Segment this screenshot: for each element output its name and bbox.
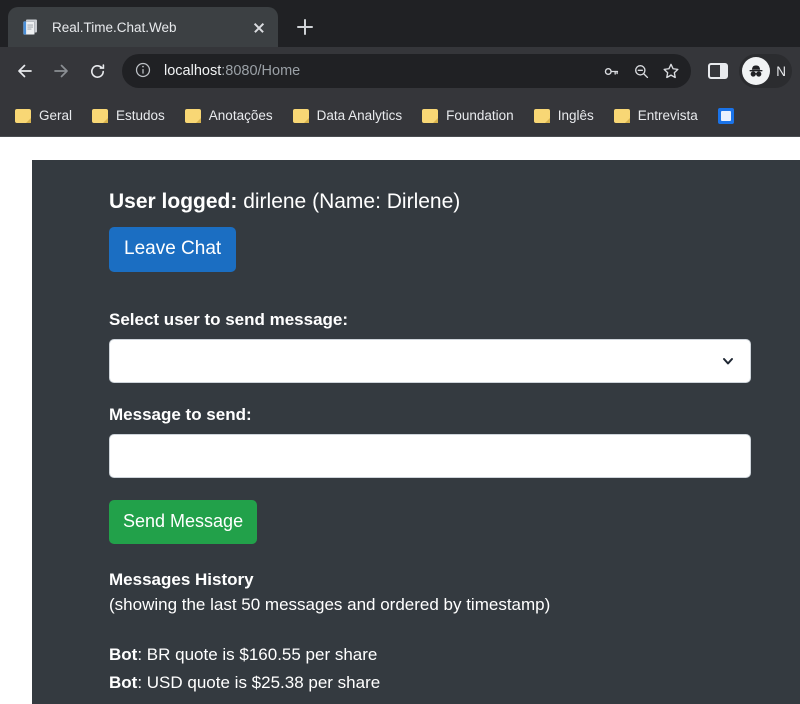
zoom-out-icon[interactable] bbox=[627, 57, 655, 85]
page-viewport: User logged: dirlene (Name: Dirlene) Lea… bbox=[0, 137, 800, 704]
address-bar[interactable]: localhost:8080/Home bbox=[122, 54, 692, 88]
arrow-left-icon[interactable] bbox=[8, 54, 42, 88]
bookmark-data-analytics[interactable]: Data Analytics bbox=[284, 103, 412, 128]
browser-toolbar: localhost:8080/Home N bbox=[0, 47, 800, 95]
user-logged-label: User logged: bbox=[109, 190, 238, 213]
folder-icon bbox=[613, 108, 630, 123]
message-text: USD quote is $25.38 per share bbox=[146, 672, 381, 692]
arrow-right-icon bbox=[44, 54, 78, 88]
message-item: Bot: USD quote is $25.38 per share bbox=[109, 669, 800, 697]
bookmark-label: Anotações bbox=[208, 108, 273, 123]
bookmark-label: Estudos bbox=[116, 108, 165, 123]
document-page-icon bbox=[22, 18, 40, 36]
message-sender: Bot bbox=[109, 645, 138, 664]
url-host: localhost bbox=[164, 63, 222, 79]
side-panel-icon bbox=[708, 63, 729, 79]
browser-chrome: Real.Time.Chat.Web localhost:8080/Home N… bbox=[0, 0, 800, 137]
bookmark-label: Data Analytics bbox=[316, 108, 403, 123]
messages-history-subtitle: (showing the last 50 messages and ordere… bbox=[109, 595, 551, 614]
bookmark-label: Entrevista bbox=[637, 108, 698, 123]
message-text: BR quote is $160.55 per share bbox=[146, 645, 378, 664]
message-separator: : bbox=[137, 645, 147, 664]
bookmark-foundation[interactable]: Foundation bbox=[413, 103, 523, 128]
send-message-button[interactable]: Send Message bbox=[109, 500, 258, 544]
url-path: :8080/Home bbox=[221, 63, 301, 79]
message-sender: Bot bbox=[109, 672, 138, 692]
bookmark-ingles[interactable]: Inglês bbox=[525, 103, 603, 128]
close-icon[interactable] bbox=[248, 16, 270, 38]
message-separator: : bbox=[137, 672, 147, 692]
reload-icon[interactable] bbox=[80, 54, 114, 88]
tab-title: Real.Time.Chat.Web bbox=[52, 19, 177, 35]
message-label: Message to send: bbox=[109, 405, 252, 424]
bookmark-label: Inglês bbox=[557, 108, 594, 123]
folder-icon bbox=[422, 108, 439, 123]
bookmark-overflow[interactable] bbox=[709, 103, 743, 129]
bookmark-geral[interactable]: Geral bbox=[6, 103, 81, 128]
select-user-dropdown[interactable] bbox=[109, 339, 751, 383]
bookmark-label: Geral bbox=[39, 108, 73, 123]
chrome-right-controls: N bbox=[701, 54, 792, 88]
messages-history-title: Messages History bbox=[109, 570, 254, 589]
select-user-wrapper bbox=[109, 339, 751, 383]
user-logged-value: dirlene (Name: Dirlene) bbox=[237, 190, 461, 213]
bookmark-site-icon bbox=[717, 107, 734, 124]
folder-icon bbox=[292, 108, 309, 123]
bookmark-estudos[interactable]: Estudos bbox=[83, 103, 174, 128]
profile-button[interactable]: N bbox=[739, 54, 792, 88]
message-item: Bot: BR quote is $160.55 per share bbox=[109, 641, 800, 669]
incognito-icon bbox=[742, 57, 771, 85]
leave-chat-button[interactable]: Leave Chat bbox=[109, 227, 237, 272]
side-panel-toggle[interactable] bbox=[701, 54, 735, 88]
bookmark-anotacoes[interactable]: Anotações bbox=[176, 103, 282, 128]
select-user-label: Select user to send message: bbox=[109, 310, 349, 329]
bookmark-label: Foundation bbox=[446, 108, 514, 123]
chat-app-container: User logged: dirlene (Name: Dirlene) Lea… bbox=[32, 160, 800, 704]
folder-icon bbox=[533, 108, 550, 123]
browser-tab[interactable]: Real.Time.Chat.Web bbox=[8, 7, 278, 47]
message-input[interactable] bbox=[109, 434, 751, 478]
key-icon[interactable] bbox=[597, 57, 625, 85]
bookmark-entrevista[interactable]: Entrevista bbox=[605, 103, 707, 128]
folder-icon bbox=[92, 108, 109, 123]
messages-list: Bot: BR quote is $160.55 per share Bot: … bbox=[109, 641, 800, 696]
tab-strip: Real.Time.Chat.Web bbox=[0, 0, 800, 47]
profile-name: N bbox=[776, 63, 786, 79]
plus-icon[interactable] bbox=[288, 10, 322, 44]
star-icon[interactable] bbox=[657, 57, 685, 85]
folder-icon bbox=[15, 108, 31, 123]
user-logged-line: User logged: dirlene (Name: Dirlene) bbox=[109, 190, 800, 214]
url-text: localhost:8080/Home bbox=[164, 63, 595, 79]
bookmarks-bar: Geral Estudos Anotações Data Analytics F… bbox=[0, 95, 800, 137]
folder-icon bbox=[184, 108, 201, 123]
info-circle-icon[interactable] bbox=[134, 61, 154, 81]
